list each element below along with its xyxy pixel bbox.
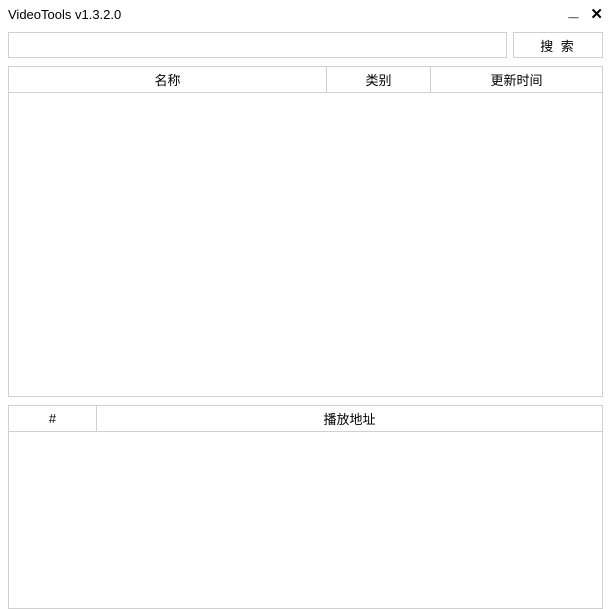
playurl-table-body[interactable] bbox=[9, 432, 602, 608]
results-table-body[interactable] bbox=[9, 93, 602, 396]
search-input[interactable] bbox=[8, 32, 507, 58]
window-title: VideoTools v1.3.2.0 bbox=[8, 7, 121, 22]
search-button[interactable]: 搜 索 bbox=[513, 32, 603, 58]
column-header-num[interactable]: # bbox=[9, 406, 97, 431]
playurl-table-header: # 播放地址 bbox=[9, 406, 602, 432]
column-header-updatetime[interactable]: 更新时间 bbox=[431, 67, 602, 92]
results-table-header: 名称 类别 更新时间 bbox=[9, 67, 602, 93]
column-header-name[interactable]: 名称 bbox=[9, 67, 327, 92]
search-row: 搜 索 bbox=[0, 28, 611, 62]
column-header-playurl[interactable]: 播放地址 bbox=[97, 406, 602, 431]
minimize-icon[interactable]: _ bbox=[568, 1, 578, 19]
titlebar: VideoTools v1.3.2.0 _ ✕ bbox=[0, 0, 611, 28]
window-controls: _ ✕ bbox=[568, 5, 603, 23]
column-header-category[interactable]: 类别 bbox=[327, 67, 431, 92]
results-table: 名称 类别 更新时间 bbox=[8, 66, 603, 397]
playurl-table: # 播放地址 bbox=[8, 405, 603, 609]
close-icon[interactable]: ✕ bbox=[590, 7, 603, 22]
